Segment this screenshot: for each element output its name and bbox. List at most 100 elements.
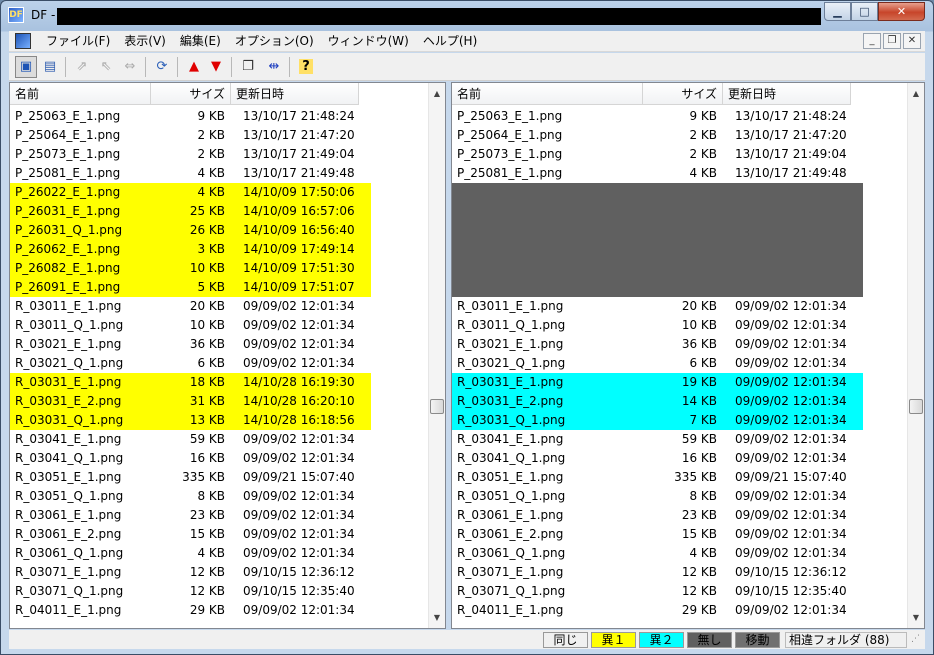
list-item[interactable]: R_03041_E_1.png 59 KB 09/09/02 12:01:34 <box>452 430 863 449</box>
list-item[interactable]: R_03011_Q_1.png 10 KB 09/09/02 12:01:34 <box>452 316 863 335</box>
list-item[interactable]: P_25073_E_1.png 2 KB 13/10/17 21:49:04 <box>10 145 371 164</box>
menu-item[interactable]: ウィンドウ(W) <box>321 34 416 49</box>
copy-both-icon[interactable]: ⇔ <box>119 56 141 78</box>
maximize-button[interactable]: □ <box>851 2 878 21</box>
compare-icon[interactable]: ⇹ <box>263 56 285 78</box>
document-icon[interactable] <box>15 33 31 49</box>
toolbar-separator <box>231 57 232 77</box>
copy-left-icon[interactable]: ⇗ <box>71 56 93 78</box>
column-header-name[interactable]: 名前 <box>452 83 643 105</box>
properties-icon[interactable]: ❐ <box>237 56 259 78</box>
list-item[interactable] <box>452 202 863 221</box>
app-icon[interactable]: DF <box>8 7 24 23</box>
list-item[interactable] <box>452 221 863 240</box>
refresh-icon[interactable]: ⟳ <box>151 56 173 78</box>
list-item[interactable]: P_25063_E_1.png 9 KB 13/10/17 21:48:24 <box>10 107 371 126</box>
list-item[interactable]: R_03011_Q_1.png 10 KB 09/09/02 12:01:34 <box>10 316 371 335</box>
list-item[interactable]: R_03021_Q_1.png 6 KB 09/09/02 12:01:34 <box>10 354 371 373</box>
copy-right-icon[interactable]: ⇖ <box>95 56 117 78</box>
list-item[interactable]: R_03051_Q_1.png 8 KB 09/09/02 12:01:34 <box>452 487 863 506</box>
right-file-list[interactable]: 名前 サイズ 更新日時 P_25063_E_1.png 9 KB 13/10/17 … <box>451 82 925 629</box>
column-header-size[interactable]: サイズ <box>643 83 723 105</box>
mdi-close-button[interactable]: ✕ <box>903 33 921 49</box>
list-item[interactable]: R_03071_Q_1.png 12 KB 09/10/15 12:35:40 <box>452 582 863 601</box>
list-item[interactable]: P_26031_Q_1.png 26 KB 14/10/09 16:56:40 <box>10 221 371 240</box>
list-item[interactable]: P_25081_E_1.png 4 KB 13/10/17 21:49:48 <box>10 164 371 183</box>
list-item[interactable]: R_03071_E_1.png 12 KB 09/10/15 12:36:12 <box>10 563 371 582</box>
list-item[interactable]: P_26062_E_1.png 3 KB 14/10/09 17:49:14 <box>10 240 371 259</box>
help-icon[interactable]: ? <box>295 56 317 78</box>
menu-item[interactable]: 表示(V) <box>117 34 173 49</box>
list-item[interactable]: P_26031_E_1.png 25 KB 14/10/09 16:57:06 <box>10 202 371 221</box>
list-item[interactable]: R_03031_E_1.png 18 KB 14/10/28 16:19:30 <box>10 373 371 392</box>
list-item[interactable]: R_03021_E_1.png 36 KB 09/09/02 12:01:34 <box>452 335 863 354</box>
list-item[interactable]: R_03061_E_1.png 23 KB 09/09/02 12:01:34 <box>10 506 371 525</box>
menu-item[interactable]: ヘルプ(H) <box>416 34 484 49</box>
list-item[interactable]: R_03041_E_1.png 59 KB 09/09/02 12:01:34 <box>10 430 371 449</box>
list-item[interactable]: P_25073_E_1.png 2 KB 13/10/17 21:49:04 <box>452 145 863 164</box>
list-item[interactable]: R_03061_Q_1.png 4 KB 09/09/02 12:01:34 <box>452 544 863 563</box>
down-diff-icon[interactable]: ▼ <box>205 56 227 78</box>
list-item[interactable]: R_03041_Q_1.png 16 KB 09/09/02 12:01:34 <box>10 449 371 468</box>
column-header-name[interactable]: 名前 <box>10 83 151 105</box>
list-item[interactable]: R_03061_E_1.png 23 KB 09/09/02 12:01:34 <box>452 506 863 525</box>
cell-size: 29 KB <box>681 603 717 617</box>
left-scrollbar[interactable]: ▲ ▼ <box>428 83 445 628</box>
resize-grip-icon[interactable]: ⋰ <box>911 634 923 646</box>
list-item[interactable]: P_25063_E_1.png 9 KB 13/10/17 21:48:24 <box>452 107 863 126</box>
list-item[interactable]: R_03061_Q_1.png 4 KB 09/09/02 12:01:34 <box>10 544 371 563</box>
list-item[interactable]: R_04011_E_1.png 29 KB 09/09/02 12:01:34 <box>10 601 371 620</box>
right-scrollbar[interactable]: ▲ ▼ <box>907 83 924 628</box>
list-item[interactable]: R_03031_E_1.png 19 KB 09/09/02 12:01:34 <box>452 373 863 392</box>
list-item[interactable]: R_03031_Q_1.png 13 KB 14/10/28 16:18:56 <box>10 411 371 430</box>
title-bar[interactable]: DF DF - ▁ □ ✕ <box>1 1 933 31</box>
list-item[interactable]: R_03021_Q_1.png 6 KB 09/09/02 12:01:34 <box>452 354 863 373</box>
mdi-minimize-button[interactable]: _ <box>863 33 881 49</box>
scroll-down-icon[interactable]: ▼ <box>429 609 445 626</box>
left-file-list[interactable]: 名前 サイズ 更新日時 P_25063_E_1.png 9 KB 13/10/17 … <box>9 82 446 629</box>
list-item[interactable]: R_03051_E_1.png 335 KB 09/09/21 15:07:40 <box>452 468 863 487</box>
column-header-date[interactable]: 更新日時 <box>723 83 851 105</box>
menu-item[interactable]: ファイル(F) <box>39 34 117 49</box>
list-item[interactable] <box>452 240 863 259</box>
menu-item[interactable]: 編集(E) <box>173 34 228 49</box>
list-item[interactable]: R_03031_Q_1.png 7 KB 09/09/02 12:01:34 <box>452 411 863 430</box>
list-item[interactable]: R_03071_E_1.png 12 KB 09/10/15 12:36:12 <box>452 563 863 582</box>
scroll-up-icon[interactable]: ▲ <box>908 85 924 102</box>
column-header-size[interactable]: サイズ <box>151 83 231 105</box>
list-item[interactable]: R_03031_E_2.png 14 KB 09/09/02 12:01:34 <box>452 392 863 411</box>
list-item[interactable] <box>452 259 863 278</box>
list-item[interactable] <box>452 278 863 297</box>
scroll-up-icon[interactable]: ▲ <box>429 85 445 102</box>
scroll-thumb[interactable] <box>430 399 444 414</box>
list-item[interactable]: P_25064_E_1.png 2 KB 13/10/17 21:47:20 <box>10 126 371 145</box>
list-item[interactable]: R_03031_E_2.png 31 KB 14/10/28 16:20:10 <box>10 392 371 411</box>
list-item[interactable]: P_25064_E_1.png 2 KB 13/10/17 21:47:20 <box>452 126 863 145</box>
up-diff-icon[interactable]: ▲ <box>183 56 205 78</box>
list-item[interactable] <box>452 183 863 202</box>
list-item[interactable]: R_03051_Q_1.png 8 KB 09/09/02 12:01:34 <box>10 487 371 506</box>
list-item[interactable]: R_03021_E_1.png 36 KB 09/09/02 12:01:34 <box>10 335 371 354</box>
minimize-button[interactable]: ▁ <box>824 2 851 21</box>
open-folder-icon[interactable]: ▣ <box>15 56 37 78</box>
list-item[interactable]: P_26082_E_1.png 10 KB 14/10/09 17:51:30 <box>10 259 371 278</box>
list-item[interactable]: P_25081_E_1.png 4 KB 13/10/17 21:49:48 <box>452 164 863 183</box>
menu-item[interactable]: オプション(O) <box>228 34 321 49</box>
list-item[interactable]: P_26091_E_1.png 5 KB 14/10/09 17:51:07 <box>10 278 371 297</box>
list-item[interactable]: R_03011_E_1.png 20 KB 09/09/02 12:01:34 <box>452 297 863 316</box>
scroll-thumb[interactable] <box>909 399 923 414</box>
copy-settings-icon[interactable]: ▤ <box>39 56 61 78</box>
close-button[interactable]: ✕ <box>878 2 925 21</box>
column-header-date[interactable]: 更新日時 <box>231 83 359 105</box>
list-item[interactable]: R_03071_Q_1.png 12 KB 09/10/15 12:35:40 <box>10 582 371 601</box>
list-item[interactable]: P_26022_E_1.png 4 KB 14/10/09 17:50:06 <box>10 183 371 202</box>
list-item[interactable]: R_03041_Q_1.png 16 KB 09/09/02 12:01:34 <box>452 449 863 468</box>
cell-size: 16 KB <box>189 451 225 465</box>
list-item[interactable]: R_04011_E_1.png 29 KB 09/09/02 12:01:34 <box>452 601 863 620</box>
scroll-down-icon[interactable]: ▼ <box>908 609 924 626</box>
list-item[interactable]: R_03051_E_1.png 335 KB 09/09/21 15:07:40 <box>10 468 371 487</box>
list-item[interactable]: R_03061_E_2.png 15 KB 09/09/02 12:01:34 <box>10 525 371 544</box>
list-item[interactable]: R_03011_E_1.png 20 KB 09/09/02 12:01:34 <box>10 297 371 316</box>
list-item[interactable]: R_03061_E_2.png 15 KB 09/09/02 12:01:34 <box>452 525 863 544</box>
mdi-restore-button[interactable]: ❐ <box>883 33 901 49</box>
